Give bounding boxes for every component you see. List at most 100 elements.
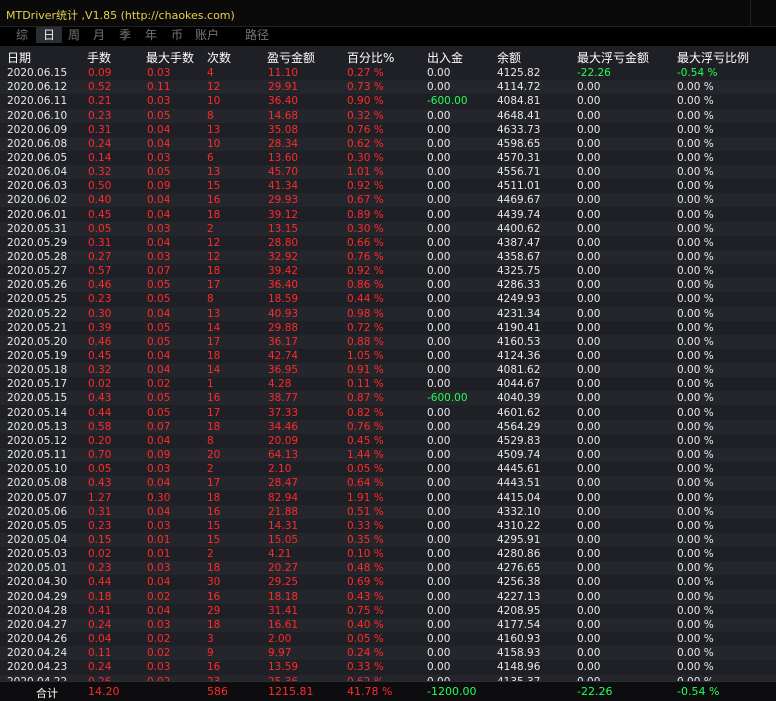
table-row[interactable]: 2020.04.29 0.18 0.02 16 18.18 0.43 % 0.00 4227.… — [0, 589, 776, 604]
cell-max-lots: 0.04 — [147, 576, 171, 589]
table-row[interactable]: 2020.06.09 0.31 0.04 13 35.08 0.76 % 0.00 4633.… — [0, 122, 776, 137]
table-row[interactable]: 2020.05.12 0.20 0.04 8 20.09 0.45 % 0.00 4529.8… — [0, 433, 776, 448]
cell-max-float-ratio: 0.00 % — [677, 321, 714, 334]
cell-max-lots: 0.03 — [147, 519, 171, 532]
tab-account[interactable]: 账户 — [190, 27, 224, 43]
table-row[interactable]: 2020.05.05 0.23 0.03 15 14.31 0.33 % 0.00 4310.… — [0, 518, 776, 533]
table-row[interactable]: 2020.04.26 0.04 0.02 3 2.00 0.05 % 0.00 4160.93… — [0, 632, 776, 646]
table-row[interactable]: 2020.05.14 0.44 0.05 17 37.33 0.82 % 0.00 4601.… — [0, 405, 776, 420]
cell-balance: 4148.96 — [497, 661, 541, 674]
table-row[interactable]: 2020.05.29 0.31 0.04 12 28.80 0.66 % 0.00 4387.… — [0, 235, 776, 250]
table-row[interactable]: 2020.06.15 0.09 0.03 4 11.10 0.27 % 0.00 4125.8… — [0, 66, 776, 80]
col-inout[interactable]: 出入金 — [427, 49, 463, 66]
col-count[interactable]: 次数 — [207, 49, 231, 66]
table-row[interactable]: 2020.05.10 0.05 0.03 2 2.10 0.05 % 0.00 4445.61… — [0, 462, 776, 477]
table-row[interactable]: 2020.06.10 0.23 0.05 8 14.68 0.32 % 0.00 4648.4… — [0, 108, 776, 123]
cell-inout: 0.00 — [427, 67, 451, 79]
table-row[interactable]: 2020.06.03 0.50 0.09 15 41.34 0.92 % 0.00 4511.… — [0, 179, 776, 194]
cell-max-float-ratio: 0.00 % — [677, 350, 714, 362]
table-row[interactable]: 2020.06.11 0.21 0.03 10 36.40 0.90 % -600.00 40… — [0, 94, 776, 109]
cell-max-float-loss: 0.00 — [577, 293, 601, 306]
cell-max-float-loss: 0.00 — [577, 236, 601, 249]
table-row[interactable]: 2020.05.22 0.30 0.04 13 40.93 0.98 % 0.00 4231.… — [0, 306, 776, 321]
table-row[interactable]: 2020.05.13 0.58 0.07 18 34.46 0.76 % 0.00 4564.… — [0, 419, 776, 434]
table-row[interactable]: 2020.05.27 0.57 0.07 18 39.42 0.92 % 0.00 4325.… — [0, 264, 776, 279]
cell-balance: 4511.01 — [497, 180, 541, 193]
col-lots[interactable]: 手数 — [87, 49, 111, 66]
table-row[interactable]: 2020.04.27 0.24 0.03 18 16.61 0.40 % 0.00 4177.… — [0, 617, 776, 632]
table-row[interactable]: 2020.05.26 0.46 0.05 17 36.40 0.86 % 0.00 4286.… — [0, 278, 776, 293]
table-row[interactable]: 2020.05.07 1.27 0.30 18 82.94 1.91 % 0.00 4415.… — [0, 490, 776, 505]
cell-date: 2020.04.30 — [7, 576, 68, 589]
cell-max-float-ratio: 0.00 % — [677, 576, 714, 589]
cell-lots: 0.23 — [88, 519, 112, 532]
table-row[interactable]: 2020.05.11 0.70 0.09 20 64.13 1.44 % 0.00 4509.… — [0, 448, 776, 463]
table-row[interactable]: 2020.06.01 0.45 0.04 18 39.12 0.89 % 0.00 4439.… — [0, 207, 776, 222]
cell-max-lots: 0.11 — [147, 81, 171, 94]
col-max-float-loss[interactable]: 最大浮亏金额 — [577, 49, 649, 66]
cell-max-float-loss: 0.00 — [577, 194, 601, 207]
col-percent[interactable]: 百分比% — [347, 49, 394, 66]
table-row[interactable]: 2020.05.28 0.27 0.03 12 32.92 0.76 % 0.00 4358.… — [0, 250, 776, 264]
cell-percent: 0.33 % — [347, 519, 384, 532]
col-balance[interactable]: 余额 — [497, 49, 521, 66]
cell-balance: 4443.51 — [497, 477, 541, 490]
cell-balance: 4439.74 — [497, 208, 541, 221]
cell-max-float-ratio: 0.00 % — [677, 647, 714, 660]
table-row[interactable]: 2020.05.19 0.45 0.04 18 42.74 1.05 % 0.00 4124.… — [0, 349, 776, 363]
table-row[interactable]: 2020.05.03 0.02 0.01 2 4.21 0.10 % 0.00 4280.86… — [0, 547, 776, 562]
table-row[interactable]: 2020.06.08 0.24 0.04 10 28.34 0.62 % 0.00 4598.… — [0, 136, 776, 151]
table-row[interactable]: 2020.05.20 0.46 0.05 17 36.17 0.88 % 0.00 4160.… — [0, 334, 776, 349]
col-max-float-ratio[interactable]: 最大浮亏比例 — [677, 49, 749, 66]
cell-pnl: 40.93 — [268, 307, 299, 320]
tab-quarter[interactable]: 季 — [112, 27, 138, 43]
cell-count: 3 — [207, 633, 214, 645]
table-row[interactable]: 2020.05.15 0.43 0.05 16 38.77 0.87 % -600.00 40… — [0, 391, 776, 406]
table-row[interactable]: 2020.05.21 0.39 0.05 14 29.88 0.72 % 0.00 4190.… — [0, 320, 776, 335]
cell-max-lots: 0.07 — [147, 265, 171, 278]
cell-max-float-ratio: 0.00 % — [677, 420, 714, 433]
table-row[interactable]: 2020.05.25 0.23 0.05 8 18.59 0.44 % 0.00 4249.9… — [0, 292, 776, 307]
cell-max-float-ratio: -0.54 % — [677, 67, 718, 79]
cell-date: 2020.06.04 — [7, 166, 68, 178]
tab-path[interactable]: 路径 — [240, 27, 274, 43]
table-row[interactable]: 2020.05.31 0.05 0.03 2 13.15 0.30 % 0.00 4400.6… — [0, 221, 776, 236]
close-button[interactable] — [750, 0, 776, 26]
cell-inout: -600.00 — [427, 95, 468, 108]
cell-count: 1 — [207, 378, 214, 391]
tab-day[interactable]: 日 — [36, 27, 62, 43]
table-row[interactable]: 2020.04.24 0.11 0.02 9 9.97 0.24 % 0.00 4158.93… — [0, 646, 776, 661]
table-row[interactable]: 2020.05.17 0.02 0.02 1 4.28 0.11 % 0.00 4044.67… — [0, 377, 776, 392]
table-row[interactable]: 2020.05.18 0.32 0.04 14 36.95 0.91 % 0.00 4081.… — [0, 363, 776, 378]
tab-overview[interactable]: 综 — [8, 27, 36, 43]
cell-max-float-loss: 0.00 — [577, 335, 601, 348]
cell-count: 12 — [207, 236, 221, 249]
cell-max-lots: 0.01 — [147, 548, 171, 561]
cell-balance: 4358.67 — [497, 251, 541, 263]
table-row[interactable]: 2020.04.30 0.44 0.04 30 29.25 0.69 % 0.00 4256.… — [0, 575, 776, 590]
col-max-lots[interactable]: 最大手数 — [146, 49, 194, 66]
table-row[interactable]: 2020.06.05 0.14 0.03 6 13.60 0.30 % 0.00 4570.3… — [0, 150, 776, 165]
table-row[interactable]: 2020.04.23 0.24 0.03 16 13.59 0.33 % 0.00 4148.… — [0, 660, 776, 675]
table-row[interactable]: 2020.06.04 0.32 0.05 13 45.70 1.01 % 0.00 4556.… — [0, 165, 776, 179]
col-pnl[interactable]: 盈亏金额 — [267, 49, 315, 66]
col-date[interactable]: 日期 — [7, 49, 31, 66]
cell-percent: 0.89 % — [347, 208, 384, 221]
table-row[interactable]: 2020.05.06 0.31 0.04 16 21.88 0.51 % 0.00 4332.… — [0, 504, 776, 519]
cell-max-float-ratio: 0.00 % — [677, 477, 714, 490]
cell-percent: 0.69 % — [347, 576, 384, 589]
table-row[interactable]: 2020.04.28 0.41 0.04 29 31.41 0.75 % 0.00 4208.… — [0, 603, 776, 618]
cell-date: 2020.05.21 — [7, 321, 68, 334]
cell-inout: 0.00 — [427, 604, 451, 617]
cell-percent: 0.30 % — [347, 151, 384, 164]
cell-lots: 1.27 — [88, 491, 112, 504]
table-row[interactable]: 2020.05.04 0.15 0.01 15 15.05 0.35 % 0.00 4295.… — [0, 532, 776, 547]
table-row[interactable]: 2020.06.12 0.52 0.11 12 29.91 0.73 % 0.00 4114.… — [0, 80, 776, 95]
tab-year[interactable]: 年 — [138, 27, 164, 43]
table-row[interactable]: 2020.06.02 0.40 0.04 16 29.93 0.67 % 0.00 4469.… — [0, 193, 776, 208]
tab-week[interactable]: 周 — [62, 27, 86, 43]
table-row[interactable]: 2020.05.01 0.23 0.03 18 20.27 0.48 % 0.00 4276.… — [0, 561, 776, 576]
table-row[interactable]: 2020.05.08 0.43 0.04 17 28.47 0.64 % 0.00 4443.… — [0, 476, 776, 491]
tab-month[interactable]: 月 — [86, 27, 112, 43]
tab-currency[interactable]: 币 — [164, 27, 190, 43]
